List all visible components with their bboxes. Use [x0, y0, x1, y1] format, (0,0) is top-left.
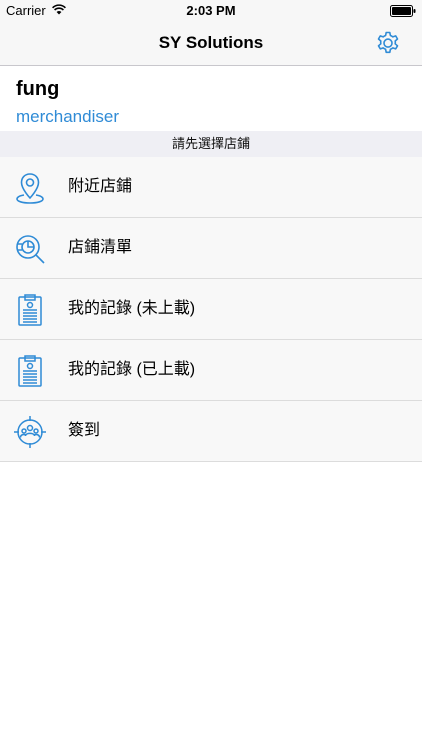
navigation-bar: SY Solutions: [0, 22, 422, 66]
user-role: merchandiser: [16, 107, 119, 126]
check-in-target-icon: [14, 416, 46, 448]
menu-item-label: 我的記錄 (未上載): [68, 300, 196, 317]
menu-item-check-in[interactable]: 簽到: [0, 401, 422, 462]
menu-item-records-not-uploaded[interactable]: 我的記錄 (未上載): [0, 279, 422, 340]
menu-item-label: 簽到: [68, 422, 101, 439]
select-store-hint: 請先選擇店鋪: [0, 131, 422, 158]
menu-item-label: 店鋪清單: [68, 239, 133, 256]
location-pin-icon: [16, 173, 44, 204]
clipboard-icon: [18, 355, 42, 387]
menu-item-label: 附近店鋪: [68, 178, 133, 195]
menu-item-label: 我的記錄 (已上載): [68, 361, 196, 378]
gear-icon[interactable]: [374, 30, 402, 58]
clipboard-icon: [18, 294, 42, 326]
menu-item-nearby-stores[interactable]: 附近店鋪: [0, 157, 422, 218]
main-menu: 附近店鋪 店鋪清單 我的記錄 (未上載) 我的記錄 (已上載) 簽到: [0, 157, 422, 462]
user-name: fung: [16, 78, 60, 100]
status-bar: Carrier 2:03 PM: [0, 0, 422, 22]
menu-item-store-list[interactable]: 店鋪清單: [0, 218, 422, 279]
battery-icon: [390, 5, 416, 17]
page-title: SY Solutions: [158, 33, 264, 52]
status-time: 2:03 PM: [186, 3, 236, 18]
store-search-icon: [16, 235, 45, 264]
menu-item-records-uploaded[interactable]: 我的記錄 (已上載): [0, 340, 422, 401]
